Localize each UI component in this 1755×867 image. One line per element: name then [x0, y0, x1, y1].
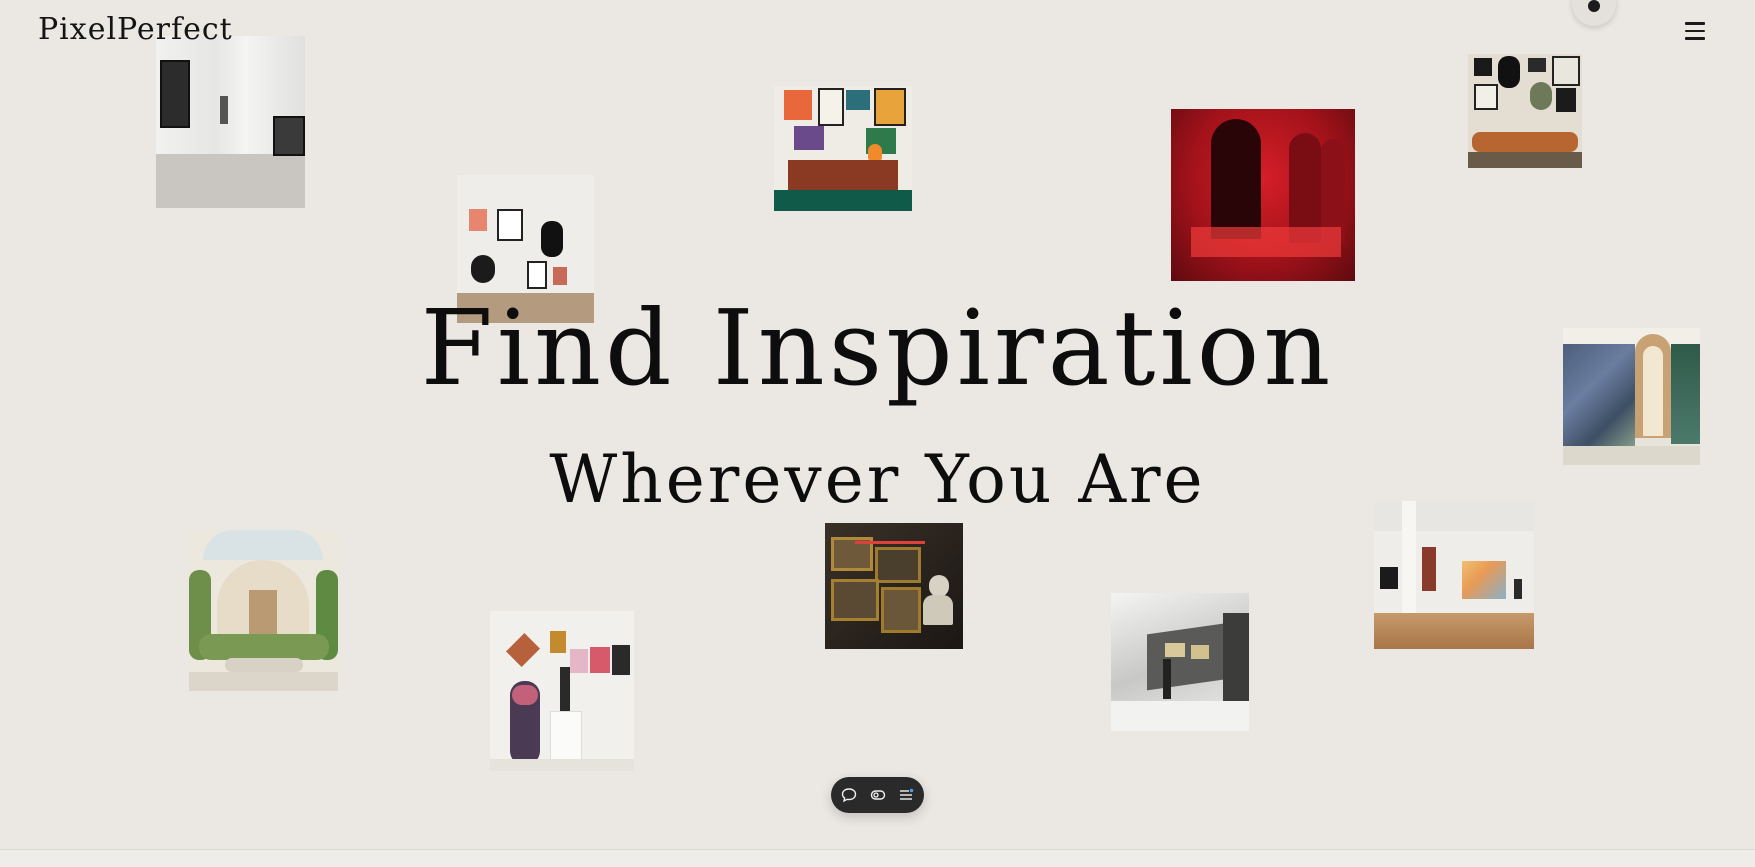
gallery-image-colorful-sideboard[interactable] [774, 86, 912, 211]
gallery-image-red-arches[interactable] [1171, 109, 1355, 281]
gallery-image-sculpture-room[interactable] [490, 611, 634, 771]
gallery-image-old-masters-bust[interactable] [825, 523, 963, 649]
bottom-edge-strip [0, 849, 1755, 867]
hero-title: Find Inspiration [420, 287, 1335, 409]
gallery-image-abstract-wall-bench[interactable] [1468, 54, 1582, 168]
hamburger-menu-icon[interactable] [1680, 18, 1710, 44]
hero-subtitle: Wherever You Are [549, 441, 1206, 518]
gallery-image-wood-floor-gallery[interactable] [1374, 501, 1534, 649]
gallery-image-atrium-garden[interactable] [189, 530, 338, 691]
gallery-image-modern-gallery-statue[interactable] [1111, 593, 1249, 731]
view-toggle-icon[interactable] [867, 784, 889, 806]
site-logo[interactable]: PixelPerfect [38, 12, 233, 47]
cursor-follower-dot [1572, 0, 1616, 26]
gallery-image-white-corridor[interactable] [156, 36, 305, 208]
chat-bubble-icon[interactable] [838, 784, 860, 806]
list-menu-icon[interactable] [895, 784, 917, 806]
floating-toolbar [831, 777, 924, 813]
